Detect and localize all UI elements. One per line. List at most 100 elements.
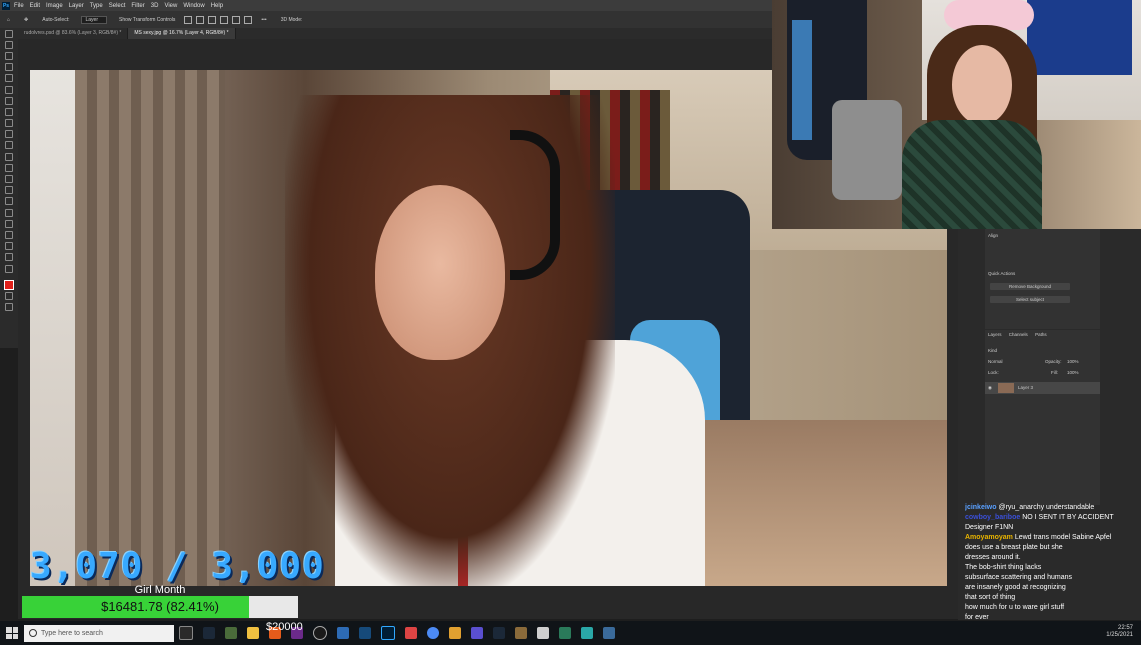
eyedropper-tool-icon[interactable]	[5, 96, 13, 105]
vegas-icon[interactable]	[359, 627, 371, 639]
more-options-icon[interactable]: •••	[259, 16, 268, 24]
headset	[510, 130, 560, 280]
app-icon-teal[interactable]	[603, 627, 615, 639]
home-icon[interactable]: ⌂	[5, 16, 12, 24]
menu-layer[interactable]: Layer	[69, 3, 84, 9]
app-icon-brown[interactable]	[515, 627, 527, 639]
app-icon-blue[interactable]	[337, 627, 349, 639]
menu-help[interactable]: Help	[211, 3, 223, 9]
goal-progress-bar: $16481.78 (82.41%)	[22, 596, 298, 618]
clone-stamp-tool-icon[interactable]	[5, 130, 13, 139]
system-tray[interactable]: 22:57 1/25/2021	[1106, 625, 1133, 639]
file-explorer-icon[interactable]	[247, 627, 259, 639]
taskbar-search-box[interactable]: Type here to search	[24, 624, 174, 642]
move-tool-icon[interactable]	[5, 29, 13, 38]
opacity-value[interactable]: 100%	[1067, 359, 1079, 364]
more-tools-icon[interactable]	[5, 264, 13, 273]
align-top-icon[interactable]	[220, 15, 229, 24]
foreground-color-swatch[interactable]	[4, 280, 14, 291]
frame-tool-icon[interactable]	[5, 85, 13, 94]
show-transform-checkbox[interactable]: Show Transform Controls	[117, 16, 177, 24]
curtain	[75, 70, 225, 586]
lasso-tool-icon[interactable]	[5, 51, 13, 60]
visibility-eye-icon[interactable]: ◉	[988, 385, 992, 391]
healing-brush-tool-icon[interactable]	[5, 107, 13, 116]
dodge-tool-icon[interactable]	[5, 186, 13, 195]
app-icon-gray[interactable]	[537, 627, 549, 639]
pen-tool-icon[interactable]	[5, 197, 13, 206]
tab-paths[interactable]: Paths	[1032, 330, 1050, 339]
tab-channels[interactable]: Channels	[1006, 330, 1031, 339]
tab-ms-sexy[interactable]: MS sexy.jpg @ 16.7% (Layer 4, RGB/8#) *	[128, 28, 236, 39]
hand-tool-icon[interactable]	[5, 242, 13, 251]
chat-username[interactable]: cowboy_bariboe	[965, 514, 1020, 521]
screen-mode-icon[interactable]	[5, 302, 13, 311]
task-view-icon[interactable]	[179, 626, 193, 640]
app-icon-red[interactable]	[405, 627, 417, 639]
gradient-tool-icon[interactable]	[5, 163, 13, 172]
align-bottom-icon[interactable]	[244, 15, 253, 24]
select-subject-button[interactable]: Select subject	[990, 296, 1070, 303]
menu-window[interactable]: Window	[183, 3, 204, 9]
chat-message: dresses around it.	[965, 553, 1141, 563]
auto-select-checkbox[interactable]: Auto-Select:	[40, 16, 71, 24]
windows-start-icon[interactable]	[6, 627, 18, 639]
chat-message: does use a breast plate but she	[965, 543, 1141, 553]
menu-3d[interactable]: 3D	[151, 3, 159, 9]
layer-row[interactable]: ◉ Layer 3	[985, 382, 1100, 394]
align-label: Align	[988, 233, 999, 238]
align-middle-icon[interactable]	[232, 15, 241, 24]
obs-icon[interactable]	[313, 626, 327, 640]
chat-text: @ryu_anarchy understandable	[998, 504, 1095, 511]
shape-tool-icon[interactable]	[5, 230, 13, 239]
menu-image[interactable]: Image	[46, 3, 63, 9]
brush-tool-icon[interactable]	[5, 119, 13, 128]
app-icon-green[interactable]	[559, 627, 571, 639]
chat-message: jcinkeiwo @ryu_anarchy understandable	[965, 503, 1141, 513]
chrome-icon[interactable]	[427, 627, 439, 639]
quick-select-tool-icon[interactable]	[5, 63, 13, 72]
steam-icon-2[interactable]	[493, 627, 505, 639]
photoshop-icon[interactable]	[381, 626, 395, 640]
chat-username[interactable]: Amoyamoyam	[965, 534, 1013, 541]
menu-view[interactable]: View	[164, 3, 177, 9]
app-icon-indigo[interactable]	[471, 627, 483, 639]
remove-background-button[interactable]: Remove Background	[990, 283, 1070, 290]
tab-layers[interactable]: Layers	[985, 330, 1005, 339]
chat-text: dresses around it.	[965, 554, 1021, 561]
align-center-icon[interactable]	[196, 15, 205, 24]
eraser-tool-icon[interactable]	[5, 152, 13, 161]
menu-type[interactable]: Type	[90, 3, 103, 9]
blend-mode-select[interactable]: Normal	[988, 359, 1003, 364]
chat-username[interactable]: jcinkeiwo	[965, 504, 997, 511]
marquee-tool-icon[interactable]	[5, 40, 13, 49]
type-tool-icon[interactable]	[5, 208, 13, 217]
layer-name[interactable]: Layer 3	[1018, 385, 1033, 390]
crop-tool-icon[interactable]	[5, 74, 13, 83]
menu-edit[interactable]: Edit	[30, 3, 40, 9]
streamlabs-icon[interactable]	[581, 627, 593, 639]
menu-file[interactable]: File	[14, 3, 24, 9]
app-icon-orange[interactable]	[449, 627, 461, 639]
chat-text: Lewd trans model Sabine Apfel	[1014, 534, 1112, 541]
layer-filter-kind[interactable]: Kind	[988, 348, 997, 353]
menu-select[interactable]: Select	[109, 3, 126, 9]
windows-taskbar: Type here to search 22:57 1/25/2021	[0, 621, 1141, 645]
path-select-tool-icon[interactable]	[5, 219, 13, 228]
sub-counter: 3,070 / 3,000	[30, 546, 325, 587]
align-right-icon[interactable]	[208, 15, 217, 24]
menu-filter[interactable]: Filter	[131, 3, 144, 9]
quick-mask-icon[interactable]	[5, 291, 13, 300]
history-brush-tool-icon[interactable]	[5, 141, 13, 150]
blur-tool-icon[interactable]	[5, 175, 13, 184]
auto-select-dropdown[interactable]: Layer	[81, 15, 107, 24]
chat-text: subsurface scattering and humans	[965, 574, 1073, 581]
quick-actions-label: Quick Actions	[988, 271, 1016, 276]
tab-rudolvres[interactable]: rudolvres.psd @ 83.6% (Layer 3, RGB/8#) …	[18, 28, 129, 39]
move-tool-icon[interactable]: ✥	[22, 16, 30, 24]
steam-icon[interactable]	[203, 627, 215, 639]
zoom-tool-icon[interactable]	[5, 253, 13, 262]
align-left-icon[interactable]	[184, 15, 193, 24]
minecraft-icon[interactable]	[225, 627, 237, 639]
fill-value[interactable]: 100%	[1067, 370, 1079, 375]
